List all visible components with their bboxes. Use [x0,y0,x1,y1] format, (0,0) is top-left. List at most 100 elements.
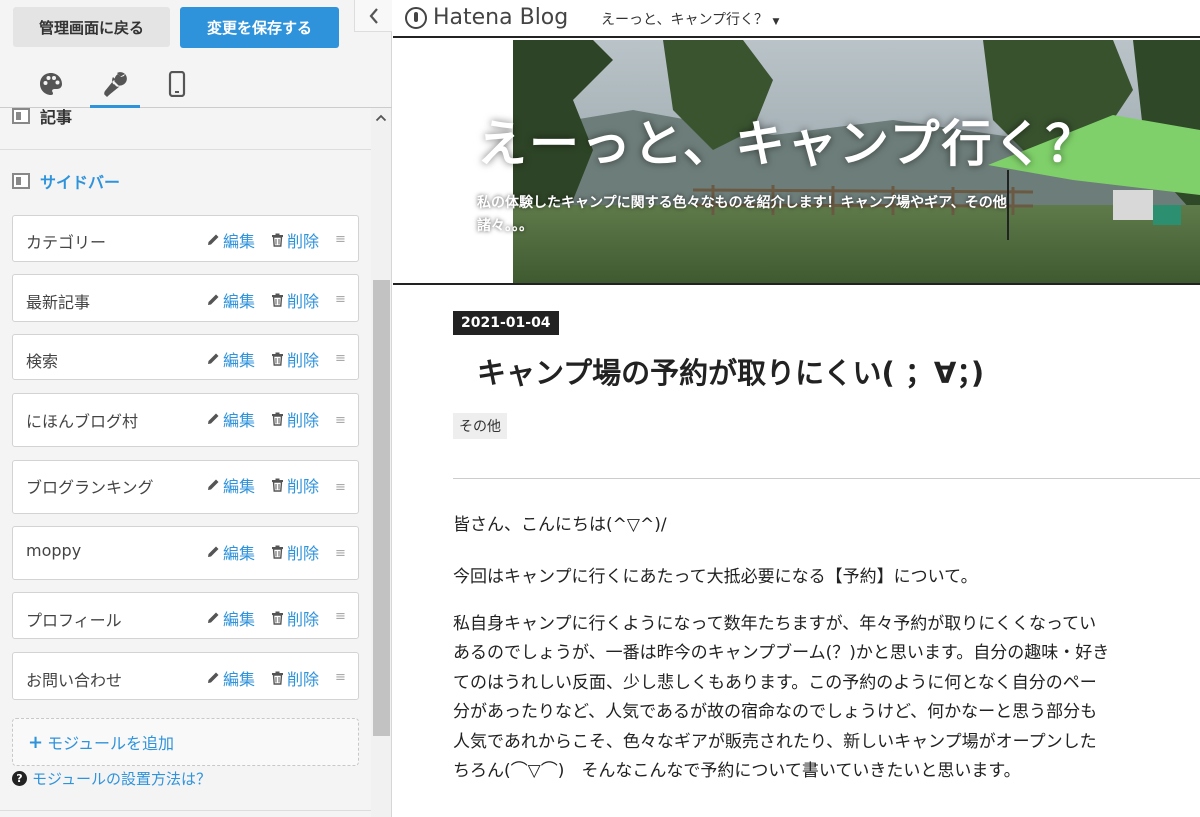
module-help-link[interactable]: ? モジュールの設置方法は？ [12,768,211,789]
collapse-panel-button[interactable] [354,0,392,32]
section-sidebar-header[interactable]: サイドバー [12,169,120,193]
module-delete-link[interactable]: 削除 [271,473,319,497]
module-delete-link[interactable]: 削除 [271,347,319,371]
module-name: お問い合わせ [26,671,123,690]
scrollbar-thumb[interactable] [373,280,390,736]
wrench-icon [104,71,127,97]
add-module-label: モジュールを追加 [47,734,174,753]
article-paragraph: 私自身キャンプに行くようになって数年たちますが、年々予約が取りにくくなってい あ… [453,614,1110,782]
chevron-left-icon [369,7,378,24]
layout-icon [12,173,30,189]
scroll-up-button[interactable] [371,108,391,128]
module-delete-link[interactable]: 削除 [271,666,319,690]
article-date[interactable]: 2021-01-04 [453,311,559,335]
module-delete-link[interactable]: 削除 [271,540,319,564]
module-item[interactable]: プロフィール 編集 削除 ≡ [12,592,359,639]
pencil-icon [208,353,219,364]
editor-module-list: 記事 サイドバー カテゴリー 編集 削除 ≡ 最新記事 編集 削除 ≡ 検索 編… [0,108,392,817]
trash-icon [272,233,283,247]
module-edit-link[interactable]: 編集 [206,288,255,312]
hatena-global-header: Hatena Blog えーっと、キャンプ行く？ ▼ [393,0,1200,38]
module-edit-link[interactable]: 編集 [206,347,255,371]
question-circle-icon: ? [12,771,27,786]
tab-smartphone[interactable] [152,60,202,108]
module-item[interactable]: ブログランキング 編集 削除 ≡ [12,460,359,514]
module-item[interactable]: 検索 編集 削除 ≡ [12,334,359,380]
module-delete-link[interactable]: 削除 [271,606,319,630]
module-item[interactable]: にほんブログ村 編集 削除 ≡ [12,393,359,447]
blog-preview: Hatena Blog えーっと、キャンプ行く？ ▼ えーっと、キャンプ行く？ … [393,0,1200,817]
trash-icon [272,293,283,307]
blog-description: 私の体験したキャンプに関する色々なものを紹介します！キャンプ場やギア、その他 諸… [477,195,1007,234]
smartphone-icon [168,71,186,97]
module-name: プロフィール [26,611,122,630]
trash-icon [272,611,283,625]
drag-handle-icon[interactable]: ≡ [335,480,346,495]
module-edit-link[interactable]: 編集 [206,606,255,630]
drag-handle-icon[interactable]: ≡ [335,413,346,428]
pencil-icon [208,294,219,305]
module-item[interactable]: お問い合わせ 編集 削除 ≡ [12,652,359,700]
blog-title[interactable]: えーっと、キャンプ行く？ [477,104,1098,176]
drag-handle-icon[interactable]: ≡ [335,351,346,366]
editor-scrollbar[interactable] [371,108,391,817]
module-delete-link[interactable]: 削除 [271,288,319,312]
section-sidebar-label: サイドバー [40,173,121,192]
tab-customize[interactable] [90,60,140,108]
module-edit-link[interactable]: 編集 [206,407,255,431]
back-to-admin-button[interactable]: 管理画面に戻る [13,7,170,47]
pencil-icon [208,479,219,490]
trash-icon [272,671,283,685]
article-divider [453,478,1200,479]
trash-icon [272,412,283,426]
module-item[interactable]: カテゴリー 編集 削除 ≡ [12,215,359,262]
hatena-blog-logo[interactable]: Hatena Blog [405,5,568,30]
drag-handle-icon[interactable]: ≡ [335,232,346,247]
pencil-icon [208,234,219,245]
section-article-label: 記事 [40,108,73,127]
module-name: 検索 [26,352,59,371]
section-divider [0,149,371,150]
save-changes-button[interactable]: 変更を保存する [180,7,339,48]
editor-tabs [0,56,392,108]
module-edit-link[interactable]: 編集 [206,473,255,497]
article-category[interactable]: その他 [453,413,507,439]
module-edit-link[interactable]: 編集 [206,666,255,690]
tab-design[interactable] [26,60,76,108]
drag-handle-icon[interactable]: ≡ [335,609,346,624]
drag-handle-icon[interactable]: ≡ [335,670,346,685]
pencil-icon [208,672,219,683]
module-edit-link[interactable]: 編集 [206,540,255,564]
module-item[interactable]: 最新記事 編集 削除 ≡ [12,274,359,322]
pencil-icon [208,546,219,557]
drag-handle-icon[interactable]: ≡ [335,292,346,307]
module-edit-link[interactable]: 編集 [206,228,255,252]
module-name: moppy [26,541,82,560]
add-module-button[interactable]: + モジュールを追加 [12,718,359,766]
section-article-header[interactable]: 記事 [12,108,72,128]
trash-icon [272,478,283,492]
trash-icon [272,545,283,559]
trash-icon [272,352,283,366]
module-name: ブログランキング [26,478,154,497]
module-name: 最新記事 [26,293,91,312]
module-item[interactable]: moppy 編集 削除 ≡ [12,526,359,580]
module-delete-link[interactable]: 削除 [271,228,319,252]
caret-down-icon: ▼ [772,17,780,27]
blog-header[interactable]: えーっと、キャンプ行く？ 私の体験したキャンプに関する色々なものを紹介します！キ… [393,40,1200,285]
hatena-logo-text: Hatena Blog [433,5,569,30]
blog-name-menu[interactable]: えーっと、キャンプ行く？ ▼ [601,9,779,29]
hatena-logo-icon [405,6,427,29]
article-paragraph: 皆さん、こんにちは(^▽^)/ [453,515,667,535]
layout-icon [12,108,30,124]
palette-icon [40,73,62,95]
pencil-icon [208,612,219,623]
drag-handle-icon[interactable]: ≡ [335,546,346,561]
module-delete-link[interactable]: 削除 [271,407,319,431]
design-editor-panel: 管理画面に戻る 変更を保存する 記事 サイドバー カテゴリー 編集 削除 ≡ 最… [0,0,392,817]
article-title[interactable]: キャンプ場の予約が取りにくい( ；∀；) [477,350,984,392]
article-paragraph: 今回はキャンプに行くにあたって大抵必要になる【予約】について。 [453,567,978,587]
module-help-label: モジュールの設置方法は？ [32,770,211,788]
editor-top-buttons: 管理画面に戻る 変更を保存する [0,0,392,56]
pencil-icon [208,413,219,424]
